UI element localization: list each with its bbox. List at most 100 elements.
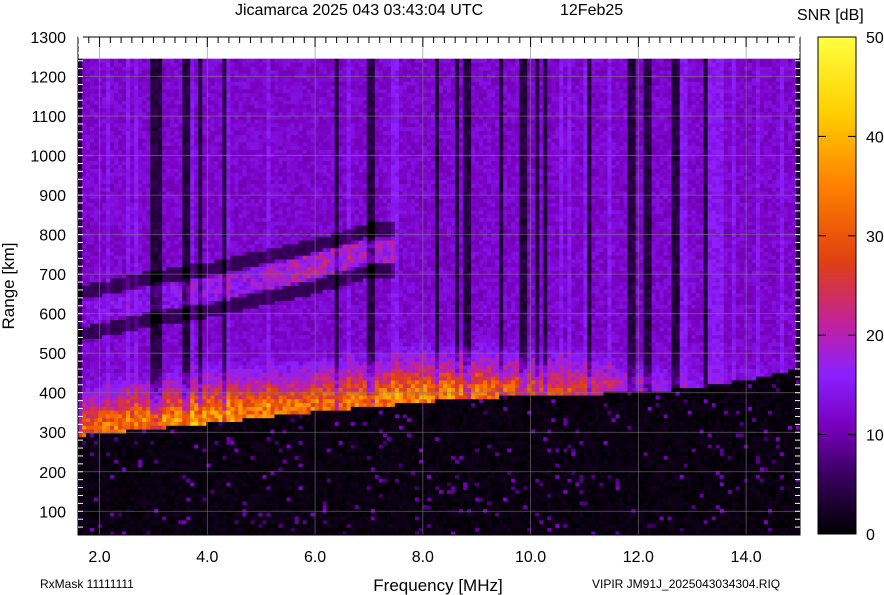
heatmap-cell (190, 327, 194, 331)
heatmap-cell (130, 501, 134, 505)
heatmap-cell (154, 282, 158, 286)
heatmap-cell (170, 301, 174, 305)
heatmap-cell (142, 407, 146, 411)
heatmap-cell (234, 512, 238, 516)
heatmap-cell (210, 286, 214, 290)
heatmap-cell (214, 131, 218, 135)
heatmap-cell (102, 161, 106, 165)
heatmap-cell (174, 176, 178, 180)
heatmap-cell (150, 131, 154, 135)
heatmap-cell (102, 59, 106, 63)
heatmap-cell (150, 380, 154, 384)
heatmap-cell (122, 376, 126, 380)
heatmap-cell (94, 168, 98, 172)
heatmap-cell (138, 240, 142, 244)
heatmap-cell (230, 297, 234, 301)
heatmap-cell (138, 456, 142, 460)
heatmap-cell (110, 312, 114, 316)
heatmap-cell (154, 218, 158, 222)
heatmap-cell (86, 248, 90, 252)
heatmap-cell (178, 320, 182, 324)
heatmap-cell (198, 399, 202, 403)
heatmap-cell (186, 527, 190, 531)
heatmap-cell (78, 422, 82, 426)
heatmap-cell (130, 444, 134, 448)
heatmap-cell (170, 210, 174, 214)
heatmap-cell (146, 323, 150, 327)
heatmap-cell (226, 142, 230, 146)
heatmap-cell (90, 176, 94, 180)
heatmap-cell (154, 259, 158, 263)
heatmap-cell (110, 380, 114, 384)
heatmap-cell (154, 478, 158, 482)
heatmap-cell (186, 399, 190, 403)
heatmap-cell (218, 286, 222, 290)
heatmap-cell (90, 384, 94, 388)
heatmap-cell (226, 131, 230, 135)
heatmap-cell (106, 516, 110, 520)
heatmap-cell (174, 357, 178, 361)
heatmap-cell (78, 482, 82, 486)
heatmap-cell (178, 150, 182, 154)
heatmap-cell (106, 342, 110, 346)
heatmap-cell (106, 202, 110, 206)
heatmap-cell (198, 199, 202, 203)
heatmap-cell (126, 131, 130, 135)
heatmap-cell (214, 437, 218, 441)
heatmap-cell (114, 478, 118, 482)
heatmap-cell (134, 395, 138, 399)
heatmap-cell (118, 475, 122, 479)
heatmap-cell (214, 373, 218, 377)
heatmap-cell (170, 119, 174, 123)
heatmap-cell (222, 214, 226, 218)
heatmap-cell (186, 444, 190, 448)
heatmap-cell (110, 342, 114, 346)
heatmap-cell (98, 225, 102, 229)
heatmap-cell (90, 240, 94, 244)
heatmap-cell (182, 527, 186, 531)
heatmap-cell (134, 248, 138, 252)
heatmap-cell (130, 456, 134, 460)
heatmap-cell (210, 255, 214, 259)
heatmap-cell (98, 255, 102, 259)
heatmap-cell (190, 100, 194, 104)
heatmap-cell (174, 338, 178, 342)
heatmap-cell (138, 429, 142, 433)
heatmap-cell (126, 331, 130, 335)
ionogram-chart: Jicamarca 2025 043 03:43:04 UTC 12Feb25 … (0, 0, 884, 595)
heatmap-cell (110, 104, 114, 108)
heatmap-cell (190, 459, 194, 463)
heatmap-cell (122, 456, 126, 460)
heatmap-cell (126, 463, 130, 467)
heatmap-cell (118, 308, 122, 312)
heatmap-cell (178, 361, 182, 365)
heatmap-cell (230, 97, 234, 101)
heatmap-cell (222, 490, 226, 494)
heatmap-cell (130, 403, 134, 407)
heatmap-cell (82, 346, 86, 350)
heatmap-cell (226, 161, 230, 165)
heatmap-cell (174, 214, 178, 218)
heatmap-cell (190, 512, 194, 516)
heatmap-cell (182, 138, 186, 142)
heatmap-cell (230, 168, 234, 172)
heatmap-cell (194, 229, 198, 233)
heatmap-cell (146, 418, 150, 422)
heatmap-cell (194, 331, 198, 335)
heatmap-cell (214, 142, 218, 146)
heatmap-cell (142, 441, 146, 445)
heatmap-cell (90, 410, 94, 414)
heatmap-cell (218, 138, 222, 142)
heatmap-cell (146, 369, 150, 373)
heatmap-cell (166, 244, 170, 248)
heatmap-cell (114, 286, 118, 290)
heatmap-cell (154, 323, 158, 327)
heatmap-cell (162, 157, 166, 161)
heatmap-cell (166, 512, 170, 516)
heatmap-cell (118, 134, 122, 138)
heatmap-cell (170, 104, 174, 108)
heatmap-cell (154, 206, 158, 210)
heatmap-cell (158, 180, 162, 184)
heatmap-cell (114, 354, 118, 358)
heatmap-cell (226, 146, 230, 150)
